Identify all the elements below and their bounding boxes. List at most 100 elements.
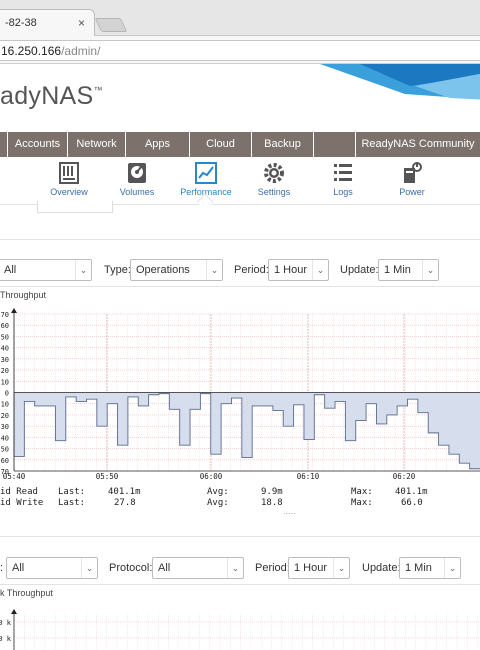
stats-read-label: id Read [0, 487, 38, 497]
chevron-down-icon: ⌄ [206, 260, 222, 280]
stats-write-last: 27.8 [114, 498, 136, 508]
logs-list-icon [334, 164, 352, 181]
x-tick-label: 06:00 [200, 472, 223, 481]
filter-row-network: : All ⌄ Protocol: All ⌄ Period: 1 Hour ⌄… [0, 557, 480, 581]
url-host: 16.250.166 [1, 44, 62, 58]
address-bar[interactable]: 16.250.166/admin/ [0, 40, 480, 61]
stats-max-label: Max: [351, 498, 373, 508]
brand-name: adyNAS [0, 82, 94, 110]
nav-item-network[interactable]: Network [68, 132, 126, 157]
throughput-chart-svg: 7060504030201001020304050607005:40 05:50 0… [1, 308, 480, 481]
y-axis-arrow [11, 308, 17, 313]
network-chart-svg: 0 k 0 k [0, 609, 480, 650]
update-label-2: Update: [362, 562, 401, 574]
y-tick-label: 50 [1, 446, 9, 454]
nav-item-apps[interactable]: Apps [126, 132, 190, 157]
update-select-2-value: 1 Min [405, 562, 432, 574]
stats-read-avg: 9.9m [261, 487, 283, 497]
x-tick-label: 06:10 [297, 472, 320, 481]
browser-tab-bar: -82-38 × [0, 0, 480, 36]
browser-tab[interactable]: -82-38 × [0, 9, 95, 36]
filter-divider [0, 286, 480, 287]
chevron-down-icon: ⌄ [75, 260, 91, 280]
browser-tab-title: -82-38 [5, 17, 37, 29]
stats-avg-label: Avg: [207, 487, 229, 497]
y-tick-label: 10 [1, 401, 9, 409]
stats-read-last: 401.1m [108, 487, 141, 497]
overview-icon [59, 162, 79, 184]
nav-item-partial[interactable] [0, 132, 8, 157]
disk-select-value: All [4, 264, 17, 276]
chevron-down-icon: ⌄ [312, 260, 328, 280]
y-tick-label: 70 [1, 311, 9, 319]
stats-read-max: 401.1m [395, 487, 428, 497]
y-tick-label: 0 k [0, 619, 12, 627]
x-tick-label: 06:20 [393, 472, 416, 481]
y-tick-label: 60 [1, 322, 9, 330]
chevron-down-icon: ⌄ [444, 558, 460, 578]
chevron-down-icon: ⌄ [422, 260, 438, 280]
new-tab-button[interactable] [94, 18, 128, 32]
collapsed-control[interactable] [37, 201, 113, 213]
filter-row-disk: All ⌄ Type: Operations ⌄ Period: 1 Hour … [0, 259, 480, 283]
stats-max-label: Max: [351, 487, 373, 497]
nav-item-blank[interactable] [314, 132, 356, 157]
y-tick-label: 0 [5, 390, 9, 398]
y-tick-label: 10 [1, 378, 9, 386]
subnav-logs[interactable]: Logs [313, 161, 373, 197]
filter-divider-2 [0, 584, 480, 585]
url-path: /admin/ [61, 44, 101, 58]
gear-icon [264, 163, 284, 183]
y-tick-label: 20 [1, 412, 9, 420]
type-select-value: Operations [136, 264, 190, 276]
update-select-2[interactable]: 1 Min ⌄ [399, 557, 461, 579]
subnav-performance[interactable]: Performance [176, 161, 236, 197]
subnav-settings[interactable]: Settings [244, 161, 304, 197]
y-tick-label: 20 [1, 367, 9, 375]
subnav-overview[interactable]: Overview [39, 161, 99, 197]
period-select[interactable]: 1 Hour ⌄ [268, 259, 329, 281]
y-tick-label: 0 k [0, 635, 12, 643]
update-select[interactable]: 1 Min ⌄ [378, 259, 439, 281]
y-axis-arrow [11, 609, 17, 614]
y-tick-label: 30 [1, 423, 9, 431]
chevron-down-icon: ⌄ [227, 558, 243, 578]
y-tick-label: 60 [1, 457, 9, 465]
y-tick-label: 40 [1, 345, 9, 353]
disk-select[interactable]: All ⌄ [0, 259, 92, 281]
update-select-value: 1 Min [384, 264, 411, 276]
subnav-overview-label: Overview [50, 187, 88, 197]
protocol-select[interactable]: All ⌄ [152, 557, 244, 579]
tab-close-icon[interactable]: × [78, 16, 85, 30]
subnav-settings-label: Settings [257, 187, 291, 197]
stats-write-avg: 18.8 [261, 498, 283, 508]
nav-item-cloud[interactable]: Cloud [190, 132, 252, 157]
app-header: adyNAS™ [0, 64, 480, 132]
browser-toolbar: 16.250.166/admin/ [0, 36, 480, 64]
period-select-2[interactable]: 1 Hour ⌄ [288, 557, 350, 579]
throughput-chart: 70 60 50 40 30 20 10 0 10 20 30 40 50 60 70 05:40 05:50 0… [0, 305, 480, 515]
subnav-volumes[interactable]: Volumes [107, 161, 167, 197]
volumes-icon [128, 163, 146, 183]
type-label: Type: [104, 264, 131, 276]
type-select[interactable]: Operations ⌄ [130, 259, 223, 281]
section-divider-2 [0, 536, 480, 537]
nav-item-accounts[interactable]: Accounts [8, 132, 68, 157]
subnav-volumes-label: Volumes [119, 187, 155, 197]
power-device-icon [404, 162, 422, 183]
y-tick-label: 40 [1, 434, 9, 442]
resize-handle[interactable]: ..... [283, 506, 296, 516]
stats-write-label: id Write [0, 498, 44, 508]
interface-select[interactable]: All ⌄ [6, 557, 98, 579]
stats-write-max: 66.0 [401, 498, 423, 508]
protocol-label: Protocol: [109, 562, 153, 574]
subnav-logs-label: Logs [333, 187, 353, 197]
main-nav: Accounts Network Apps Cloud Backup Ready… [0, 132, 480, 157]
stats-row-write: id Write Last: 27.8 Avg: 18.8 Max: 66.0 [0, 498, 480, 509]
brand-logo[interactable]: adyNAS™ [0, 82, 103, 111]
subnav-power[interactable]: Power [382, 161, 442, 197]
nav-item-community[interactable]: ReadyNAS Community [356, 132, 480, 157]
nav-item-backup[interactable]: Backup [252, 132, 314, 157]
subnav-power-label: Power [399, 187, 425, 197]
y-tick-label: 50 [1, 333, 9, 341]
